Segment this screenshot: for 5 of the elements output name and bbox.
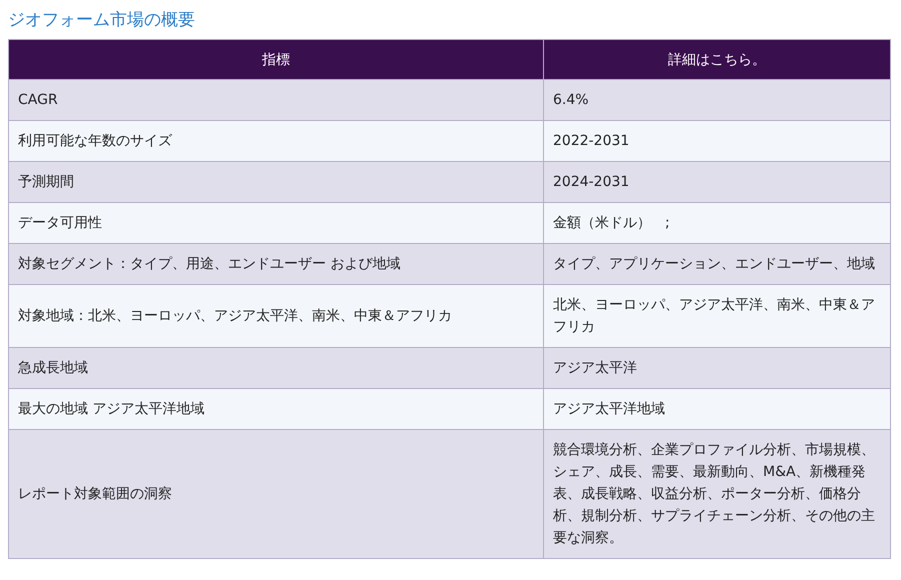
table-cell: 競合環境分析、企業プロファイル分析、市場規模、シェア、成長、需要、最新動向、M&A、新機種発表、成長戦略、収益分析、ポーター分析、価格分析、規制分析、サプライチェーン分析、その他の主要な洞察。 <box>544 430 890 558</box>
column-header: 詳細はこちら。 <box>544 40 890 80</box>
column-header: 指標 <box>8 40 544 80</box>
table-cell: レポート対象範囲の洞察 <box>8 430 544 558</box>
section-title: ジオフォーム市場の概要 <box>8 9 196 32</box>
